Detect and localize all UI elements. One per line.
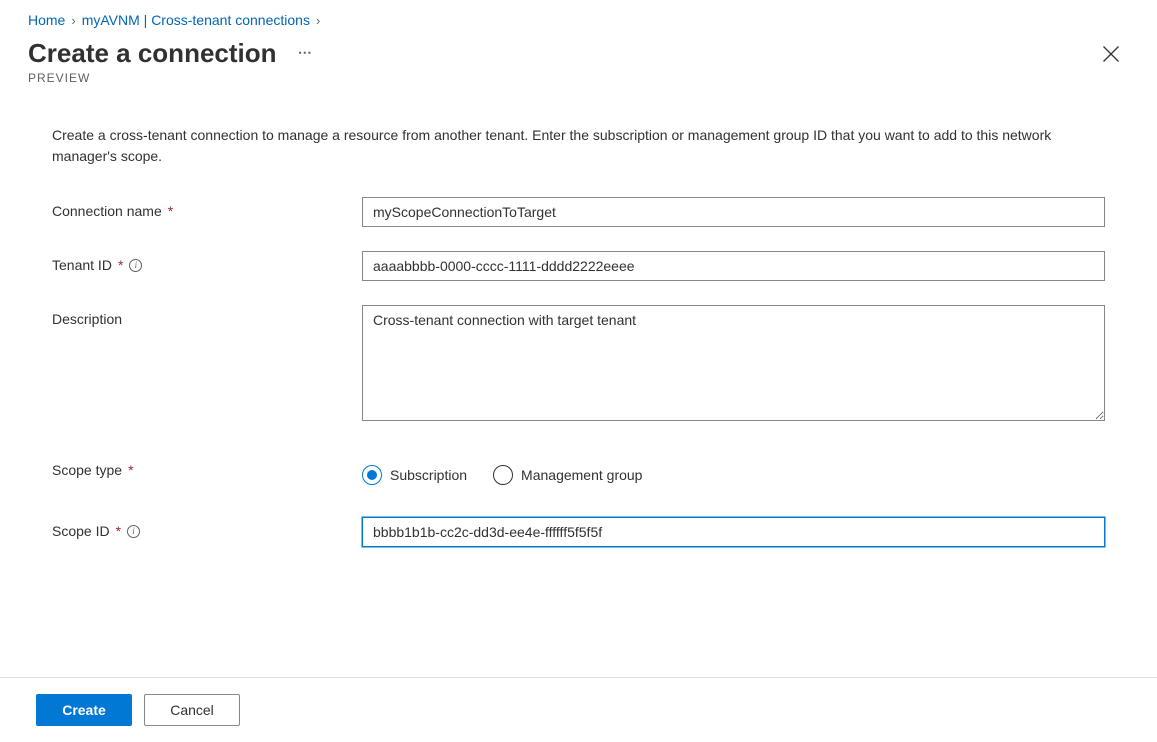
connection-name-input[interactable] (362, 197, 1105, 227)
required-star: * (168, 203, 173, 219)
label-description: Description (52, 305, 362, 327)
close-icon (1101, 44, 1121, 64)
row-connection-name: Connection name* (52, 197, 1105, 227)
form-content: Create a cross-tenant connection to mana… (0, 91, 1157, 547)
row-description: Description Cross-tenant connection with… (52, 305, 1105, 424)
radio-icon-selected (362, 465, 382, 485)
label-tenant-id: Tenant ID* i (52, 251, 362, 273)
radio-subscription[interactable]: Subscription (362, 465, 467, 485)
label-connection-name: Connection name* (52, 197, 362, 219)
close-button[interactable] (1101, 44, 1121, 64)
row-tenant-id: Tenant ID* i (52, 251, 1105, 281)
label-scope-type: Scope type* (52, 456, 362, 478)
page-header: Create a connection ⋯ PREVIEW (0, 28, 1157, 91)
page-title: Create a connection ⋯ (28, 38, 313, 69)
info-icon[interactable]: i (127, 525, 140, 538)
breadcrumb-home[interactable]: Home (28, 12, 65, 28)
cancel-button[interactable]: Cancel (144, 694, 240, 726)
required-star: * (116, 523, 121, 539)
create-button[interactable]: Create (36, 694, 132, 726)
description-input[interactable]: Cross-tenant connection with target tena… (362, 305, 1105, 421)
chevron-right-icon: › (71, 13, 75, 28)
scope-type-radio-group: Subscription Management group (362, 456, 1105, 485)
breadcrumb: Home › myAVNM | Cross-tenant connections… (0, 0, 1157, 28)
page-subtitle: PREVIEW (28, 71, 313, 85)
required-star: * (128, 462, 133, 478)
label-scope-id: Scope ID* i (52, 517, 362, 539)
scope-id-input[interactable] (362, 517, 1105, 547)
footer-actions: Create Cancel (0, 677, 1157, 742)
chevron-right-icon: › (316, 13, 320, 28)
required-star: * (118, 257, 123, 273)
info-icon[interactable]: i (129, 259, 142, 272)
tenant-id-input[interactable] (362, 251, 1105, 281)
row-scope-type: Scope type* Subscription Management grou… (52, 456, 1105, 485)
radio-icon-unselected (493, 465, 513, 485)
radio-management-group[interactable]: Management group (493, 465, 642, 485)
breadcrumb-parent[interactable]: myAVNM | Cross-tenant connections (82, 12, 310, 28)
intro-text: Create a cross-tenant connection to mana… (52, 125, 1105, 167)
more-icon[interactable]: ⋯ (298, 44, 313, 61)
row-scope-id: Scope ID* i (52, 517, 1105, 547)
